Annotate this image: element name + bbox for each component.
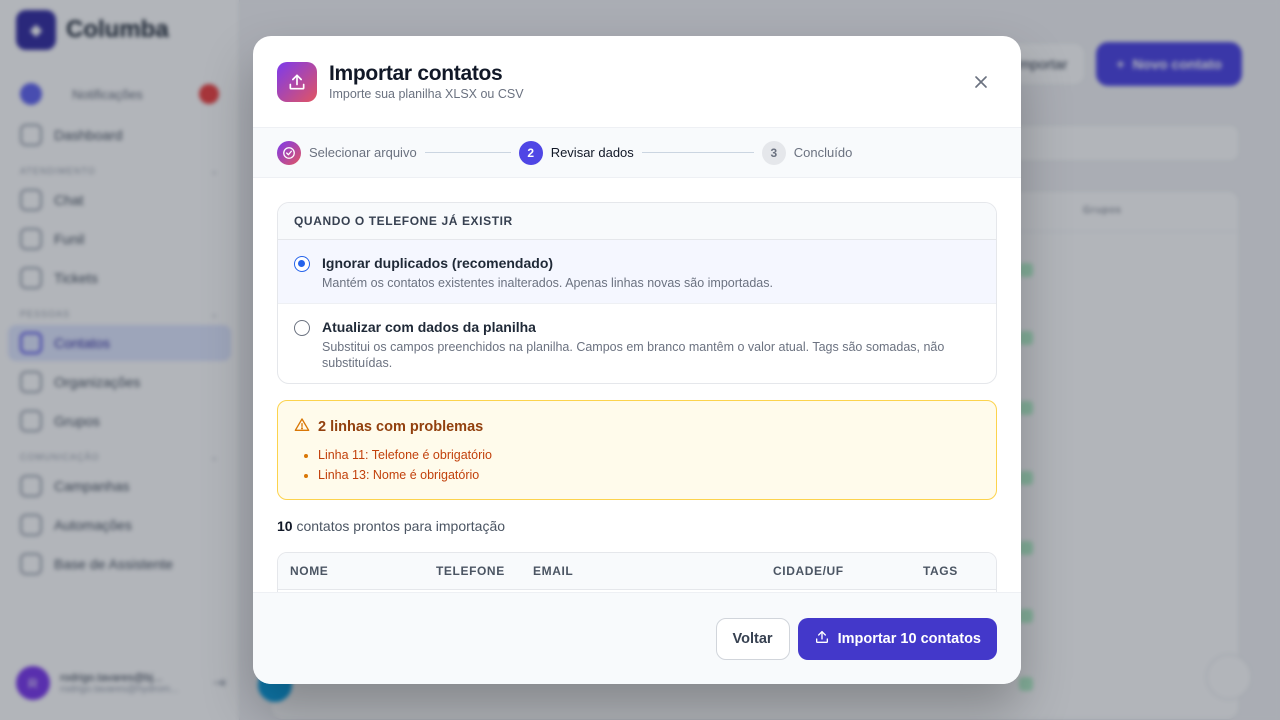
preview-table: NOME TELEFONE EMAIL CIDADE/UF TAGS (277, 552, 997, 592)
duplicate-policy-group: QUANDO O TELEFONE JÁ EXISTIR Ignorar dup… (277, 202, 997, 384)
warning-triangle-icon (294, 417, 310, 437)
option-text: Ignorar duplicados (recomendado) Mantém … (322, 254, 773, 291)
step-connector (424, 152, 511, 153)
step-label: Selecionar arquivo (309, 145, 417, 160)
option-title: Ignorar duplicados (recomendado) (322, 255, 554, 271)
radio-ignore-duplicates[interactable] (294, 256, 310, 272)
problems-alert: 2 linhas com problemas Linha 11: Telefon… (277, 400, 997, 500)
ready-summary: 10 contatos prontos para importação (277, 518, 997, 534)
modal-title: Importar contatos (329, 62, 503, 85)
modal-header: Importar contatos Importe sua planilha X… (253, 36, 1021, 128)
preview-table-header: NOME TELEFONE EMAIL CIDADE/UF TAGS (278, 553, 996, 590)
step-select-file: Selecionar arquivo (277, 140, 417, 165)
option-ignore-duplicates[interactable]: Ignorar duplicados (recomendado) Mantém … (278, 240, 996, 304)
step-connector (641, 152, 754, 153)
option-title: Atualizar com dados da planilha (322, 319, 536, 335)
import-button-label: Importar 10 contatos (837, 630, 981, 647)
column-header-nome: NOME (290, 564, 329, 578)
back-button[interactable]: Voltar (715, 617, 790, 660)
problem-item: Linha 11: Telefone é obrigatório (318, 445, 980, 465)
import-contacts-modal: Importar contatos Importe sua planilha X… (253, 36, 1021, 684)
option-description: Mantém os contatos existentes inalterado… (322, 276, 773, 290)
step-number: 3 (761, 140, 786, 165)
modal-body[interactable]: QUANDO O TELEFONE JÁ EXISTIR Ignorar dup… (253, 178, 1021, 592)
column-header-tags: TAGS (923, 564, 958, 578)
option-text: Atualizar com dados da planilha Substitu… (322, 318, 980, 371)
option-description: Substitui os campos preenchidos na plani… (322, 340, 945, 370)
check-circle-icon (277, 140, 301, 165)
problem-item: Linha 13: Nome é obrigatório (318, 465, 980, 485)
step-label: Concluído (793, 145, 853, 160)
column-header-email: EMAIL (533, 564, 574, 578)
stepper: Selecionar arquivo 2 Revisar dados 3 Con… (253, 128, 1021, 178)
radio-update-from-sheet[interactable] (294, 320, 310, 336)
step-label: Revisar dados (550, 145, 634, 160)
alert-title-text: 2 linhas com problemas (318, 419, 484, 435)
alert-title: 2 linhas com problemas (294, 417, 980, 437)
column-header-cidade-uf: CIDADE/UF (773, 564, 844, 578)
step-number: 2 (518, 140, 543, 165)
problems-list: Linha 11: Telefone é obrigatório Linha 1… (294, 445, 980, 485)
option-update-from-sheet[interactable]: Atualizar com dados da planilha Substitu… (278, 304, 996, 383)
step-done: 3 Concluído (761, 140, 853, 165)
modal-footer: Voltar Importar 10 contatos (253, 592, 1021, 684)
upload-icon (814, 629, 830, 649)
step-review-data: 2 Revisar dados (518, 140, 634, 165)
duplicate-policy-heading: QUANDO O TELEFONE JÁ EXISTIR (278, 203, 996, 240)
ready-text: contatos prontos para importação (292, 518, 506, 534)
modal-titles: Importar contatos Importe sua planilha X… (329, 62, 524, 101)
modal-subtitle: Importe sua planilha XLSX ou CSV (329, 87, 524, 101)
ready-count: 10 (277, 518, 293, 534)
close-icon[interactable] (971, 72, 991, 92)
import-button[interactable]: Importar 10 contatos (797, 617, 997, 660)
upload-icon (277, 61, 317, 102)
column-header-telefone: TELEFONE (436, 564, 505, 578)
